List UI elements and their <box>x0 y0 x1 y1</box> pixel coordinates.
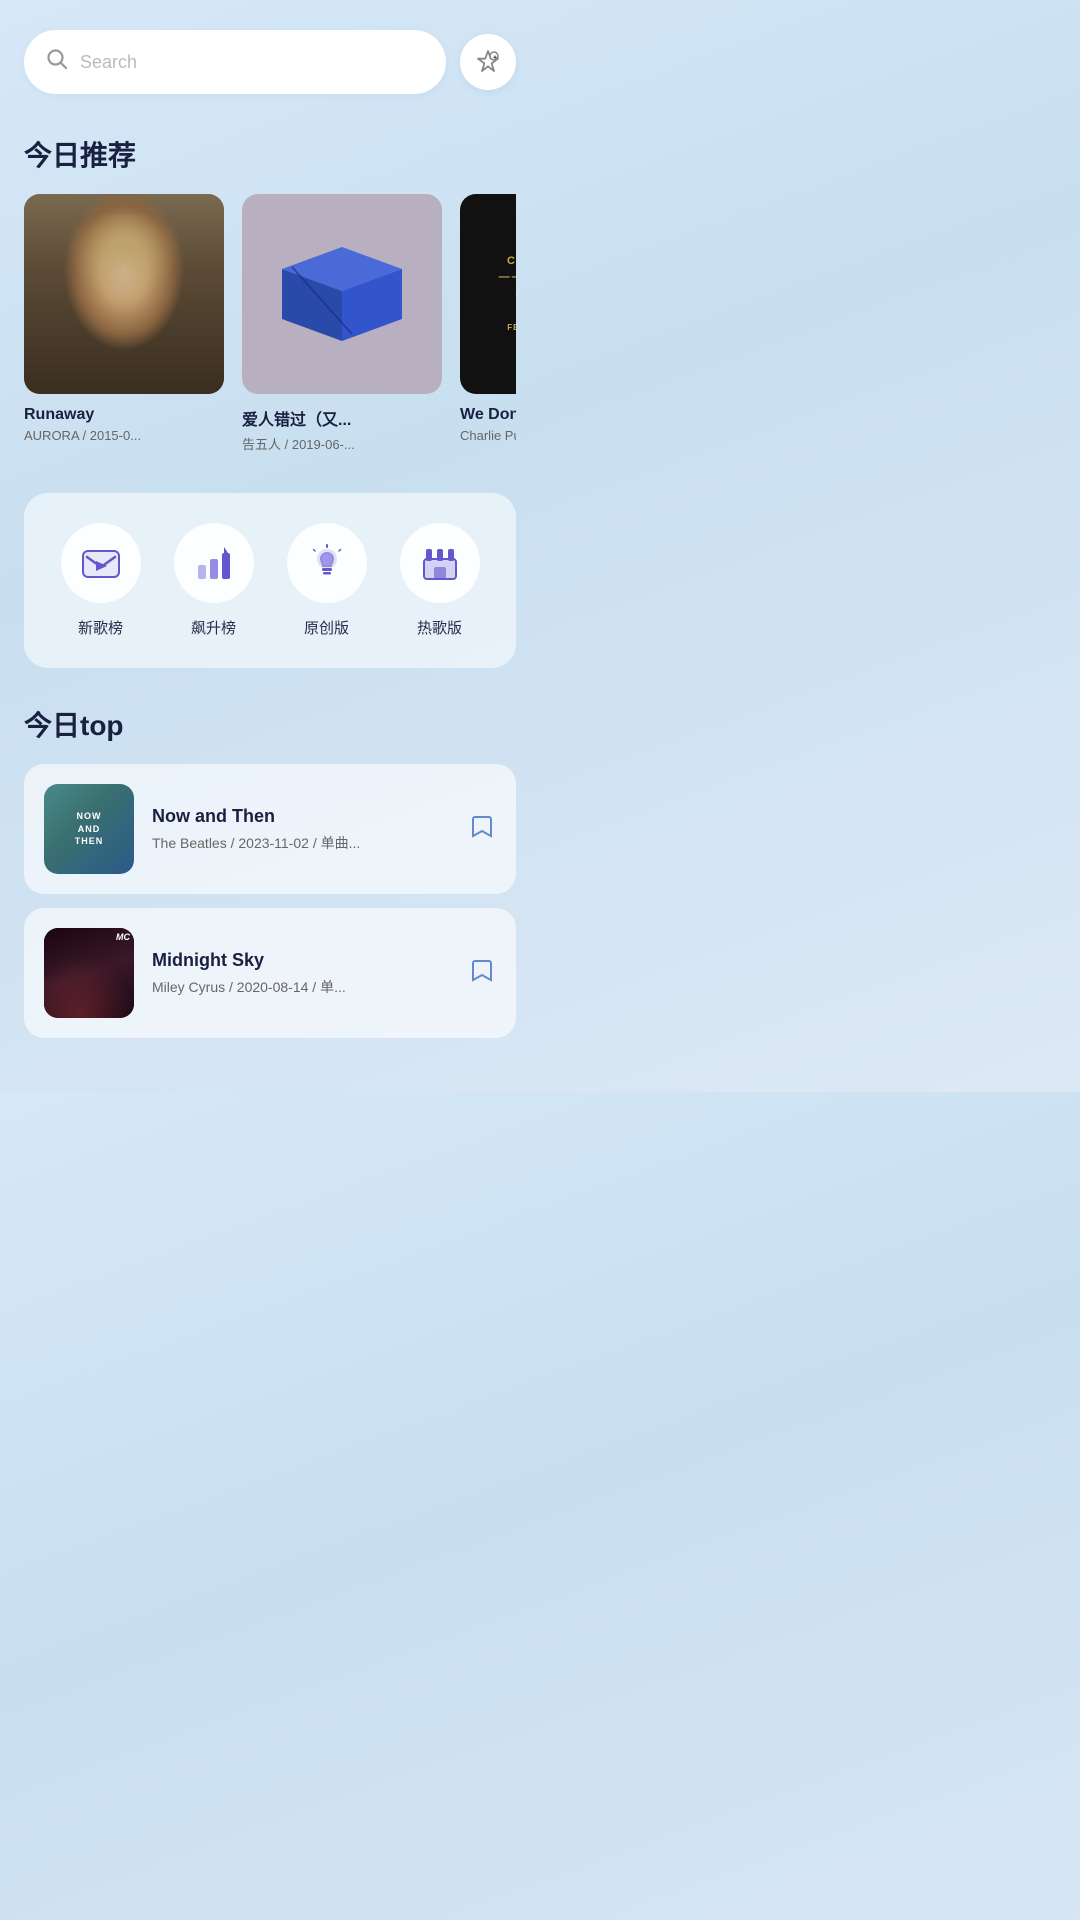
original-icon <box>303 539 351 587</box>
chart-section: 新歌榜 飙升榜 <box>24 493 516 668</box>
recommended-title: 今日推荐 <box>24 134 516 174</box>
track-card-midnight-sky[interactable]: MC Midnight Sky Miley Cyrus / 2020-08-14… <box>24 908 516 1038</box>
album-subtitle-charlie: Charlie Puth <box>460 428 516 443</box>
album-card-charlie[interactable]: CHARLIE PUTH——WE DON'T————TALK——ANYMOREF… <box>460 194 516 453</box>
search-bar[interactable]: Search <box>24 30 446 94</box>
star-button[interactable]: ✦ <box>460 34 516 90</box>
album-card-airen[interactable]: 爱人错过（又... 告五人 / 2019-06-... <box>242 194 442 453</box>
aurora-cover <box>24 194 224 394</box>
track-meta-now-and-then: The Beatles / 2023-11-02 / 单曲... <box>152 833 450 853</box>
chart-icon-hot-wrap <box>400 523 480 603</box>
hot-icon <box>416 539 464 587</box>
main-page: Search ✦ 今日推荐 Runaway AURORA / 2015-0... <box>0 0 540 1038</box>
album-subtitle-airen: 告五人 / 2019-06-... <box>242 434 442 453</box>
track-info-now-and-then: Now and Then The Beatles / 2023-11-02 / … <box>152 806 450 853</box>
chart-icon-original-wrap <box>287 523 367 603</box>
chart-item-original[interactable]: 原创版 <box>287 523 367 638</box>
track-meta-midnight-sky: Miley Cyrus / 2020-08-14 / 单... <box>152 977 450 997</box>
track-title-now-and-then: Now and Then <box>152 806 450 827</box>
chart-item-hot[interactable]: 热歌版 <box>400 523 480 638</box>
chart-label-original: 原创版 <box>304 617 349 638</box>
svg-text:✦: ✦ <box>493 55 498 62</box>
bookmark-icon-now-and-then[interactable] <box>468 813 496 846</box>
chart-icon-new-songs-wrap <box>61 523 141 603</box>
chart-icon-rising-wrap <box>174 523 254 603</box>
featured-album-list: Runaway AURORA / 2015-0... <box>24 194 516 457</box>
track-title-midnight-sky: Midnight Sky <box>152 950 450 971</box>
search-placeholder: Search <box>80 52 137 73</box>
chart-item-rising[interactable]: 飙升榜 <box>174 523 254 638</box>
track-cover-midnight-sky: MC <box>44 928 134 1018</box>
search-row: Search ✦ <box>24 30 516 94</box>
chart-label-new-songs: 新歌榜 <box>78 617 123 638</box>
bookmark-icon-midnight-sky[interactable] <box>468 957 496 990</box>
blue-cube-svg <box>272 239 412 349</box>
album-title-runaway: Runaway <box>24 406 224 424</box>
new-songs-icon <box>77 539 125 587</box>
album-card-runaway[interactable]: Runaway AURORA / 2015-0... <box>24 194 224 453</box>
rising-icon <box>190 539 238 587</box>
album-title-airen: 爱人错过（又... <box>242 406 442 430</box>
chart-item-new-songs[interactable]: 新歌榜 <box>61 523 141 638</box>
album-subtitle-runaway: AURORA / 2015-0... <box>24 428 224 443</box>
chart-label-rising: 飙升榜 <box>191 617 236 638</box>
search-icon <box>46 48 68 76</box>
track-card-now-and-then[interactable]: NOWANDTHEN Now and Then The Beatles / 20… <box>24 764 516 894</box>
chart-label-hot: 热歌版 <box>417 617 462 638</box>
blue-box-cover <box>242 194 442 394</box>
charlie-cover: CHARLIE PUTH——WE DON'T————TALK——ANYMOREF… <box>460 194 516 394</box>
track-cover-now-and-then: NOWANDTHEN <box>44 784 134 874</box>
album-title-charlie: We Don't T <box>460 406 516 424</box>
today-top-title: 今日top <box>24 704 516 744</box>
track-info-midnight-sky: Midnight Sky Miley Cyrus / 2020-08-14 / … <box>152 950 450 997</box>
